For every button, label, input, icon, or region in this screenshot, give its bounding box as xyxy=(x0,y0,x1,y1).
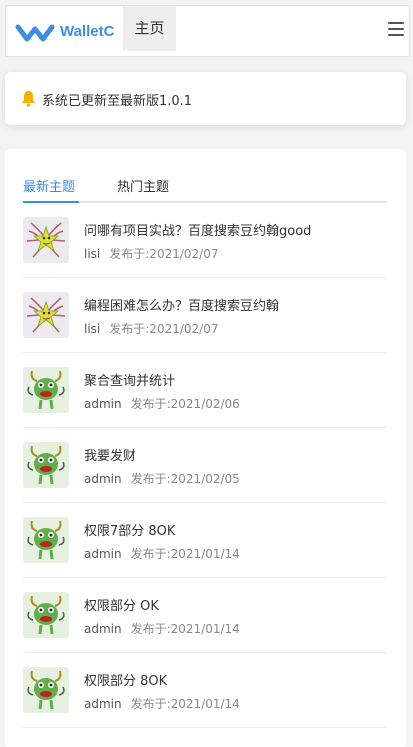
topic-author: admin xyxy=(84,397,122,411)
brand-name[interactable]: WalletC xyxy=(60,23,114,40)
bell-icon xyxy=(22,91,35,107)
user-avatar[interactable] xyxy=(23,592,69,638)
nav-home-link[interactable]: 主页 xyxy=(123,6,176,51)
topic-title-link[interactable]: 权限7部分 8OK xyxy=(84,520,175,539)
topic-author: admin xyxy=(84,697,122,711)
topic-author: lisi xyxy=(84,247,101,261)
topic-list-item[interactable]: 问哪有项目实战？百度搜索豆约翰good lisi 发布于:2021/02/07 xyxy=(23,203,387,278)
topic-meta: admin 发布于:2021/01/14 xyxy=(84,620,240,637)
notice-text: 系统已更新至最新版1.0.1 xyxy=(42,94,193,109)
update-notice: 系统已更新至最新版1.0.1 xyxy=(5,72,406,125)
topic-meta: admin 发布于:2021/02/06 xyxy=(84,395,240,412)
topic-meta: lisi 发布于:2021/02/07 xyxy=(84,245,218,262)
top-navbar: WalletC 主页 xyxy=(5,5,410,57)
topic-publish-date: 发布于:2021/02/05 xyxy=(130,472,240,486)
user-avatar[interactable] xyxy=(23,217,69,263)
topic-author: admin xyxy=(84,472,122,486)
topic-title-link[interactable]: 聚合查询并统计 xyxy=(84,370,175,389)
hamburger-menu-icon[interactable] xyxy=(388,22,404,36)
topic-publish-date: 发布于:2021/01/14 xyxy=(130,697,240,711)
tab-hot-topics[interactable]: 热门主题 xyxy=(117,176,169,195)
walletc-logo-icon[interactable] xyxy=(15,18,55,46)
topic-meta: admin 发布于:2021/01/14 xyxy=(84,545,240,562)
tab-latest-topics[interactable]: 最新主题 xyxy=(23,176,75,195)
topic-meta: lisi 发布于:2021/02/07 xyxy=(84,320,218,337)
topic-title-link[interactable]: 权限部分 8OK xyxy=(84,670,167,689)
topic-list-item[interactable]: 权限7部分 8OK admin 发布于:2021/01/14 xyxy=(23,503,387,578)
topic-publish-date: 发布于:2021/02/06 xyxy=(130,397,240,411)
topic-publish-date: 发布于:2021/02/07 xyxy=(109,247,219,261)
topic-list-item[interactable]: 权限部分 OK admin 发布于:2021/01/14 xyxy=(23,578,387,653)
topic-tabs: 最新主题 热门主题 xyxy=(23,171,387,203)
topic-publish-date: 发布于:2021/02/07 xyxy=(109,322,219,336)
topic-title-link[interactable]: 编程困难怎么办？百度搜索豆约翰 xyxy=(84,295,279,314)
user-avatar[interactable] xyxy=(23,292,69,338)
topic-list-item[interactable]: 编程困难怎么办？百度搜索豆约翰 lisi 发布于:2021/02/07 xyxy=(23,278,387,353)
user-avatar[interactable] xyxy=(23,367,69,413)
topic-author: admin xyxy=(84,547,122,561)
topic-author: admin xyxy=(84,622,122,636)
user-avatar[interactable] xyxy=(23,667,69,713)
topic-list-item[interactable]: 聚合查询并统计 admin 发布于:2021/02/06 xyxy=(23,353,387,428)
topic-title-link[interactable]: 我要发财 xyxy=(84,445,136,464)
topic-panel: 最新主题 热门主题 问哪有项目实战？百度搜索豆约翰good lisi 发布于:202… xyxy=(5,149,406,747)
user-avatar[interactable] xyxy=(23,517,69,563)
topic-title-link[interactable]: 问哪有项目实战？百度搜索豆约翰good xyxy=(84,220,311,239)
topic-list-item[interactable]: 我要发财 admin 发布于:2021/02/05 xyxy=(23,428,387,503)
topic-author: lisi xyxy=(84,322,101,336)
topic-meta: admin 发布于:2021/02/05 xyxy=(84,470,240,487)
user-avatar[interactable] xyxy=(23,442,69,488)
topic-list: 问哪有项目实战？百度搜索豆约翰good lisi 发布于:2021/02/07 编程… xyxy=(23,203,387,728)
topic-list-item[interactable]: 权限部分 8OK admin 发布于:2021/01/14 xyxy=(23,653,387,728)
topic-publish-date: 发布于:2021/01/14 xyxy=(130,547,240,561)
topic-publish-date: 发布于:2021/01/14 xyxy=(130,622,240,636)
topic-meta: admin 发布于:2021/01/14 xyxy=(84,695,240,712)
topic-title-link[interactable]: 权限部分 OK xyxy=(84,595,159,614)
